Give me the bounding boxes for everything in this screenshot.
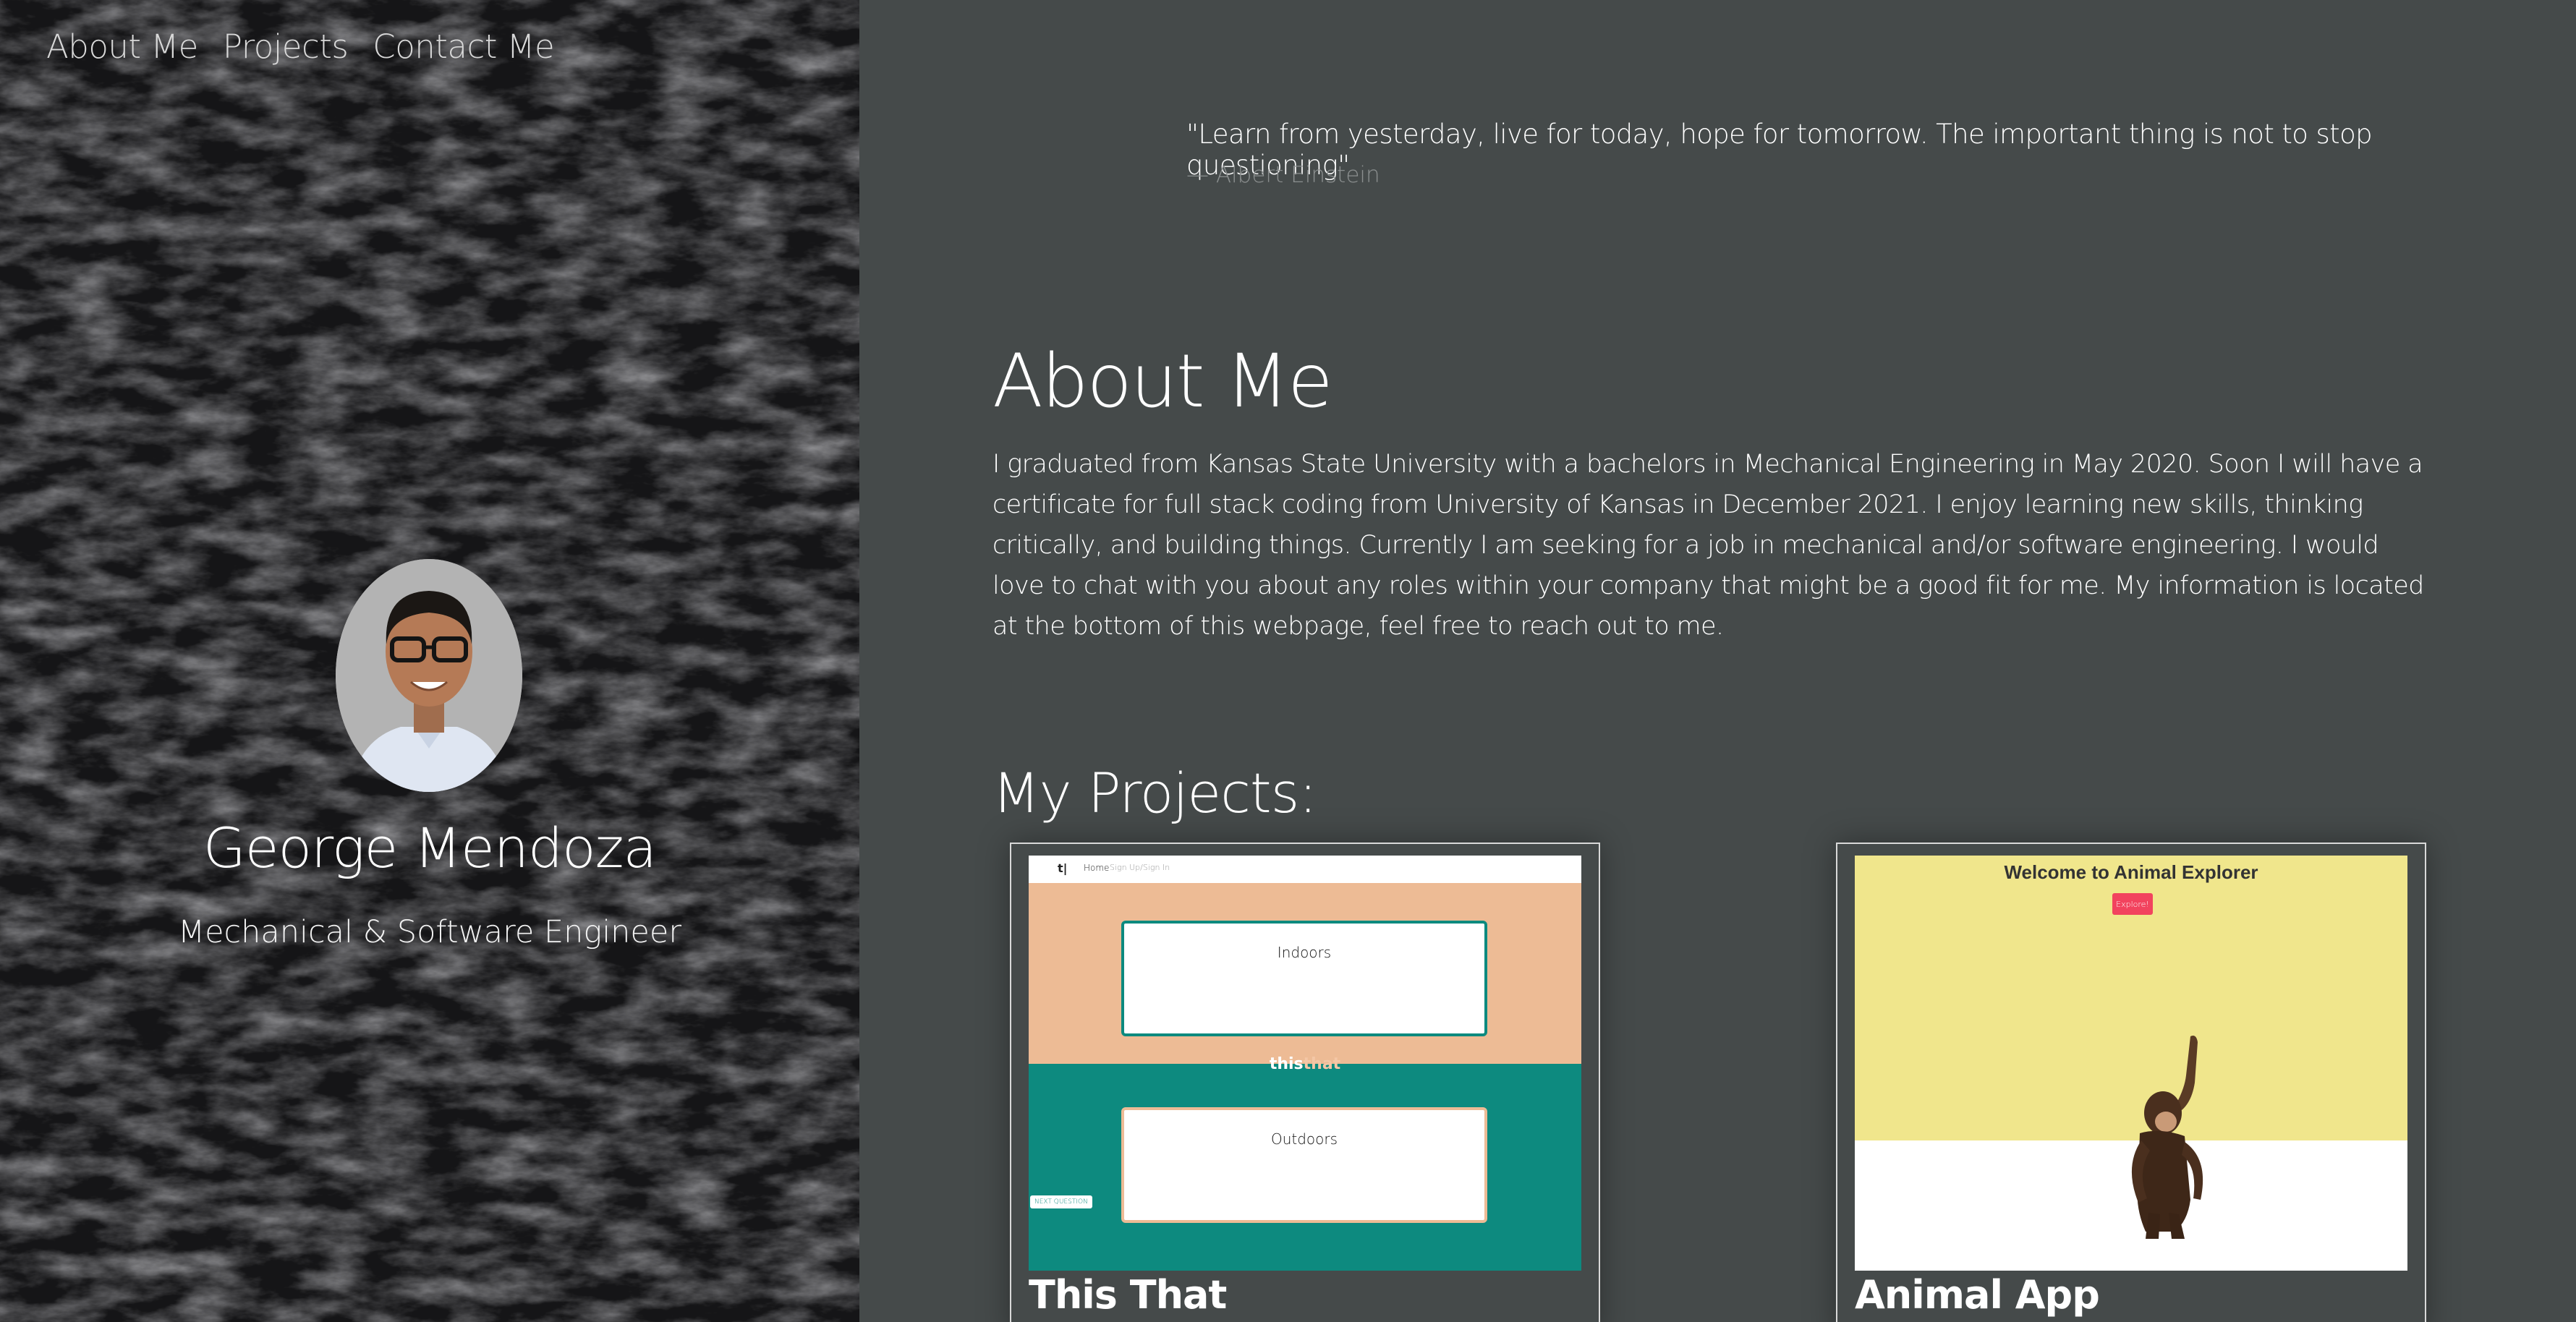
quote-text: "Learn from yesterday, live for today, h… [1186,119,2373,181]
project-screenshot-animal-app[interactable]: Welcome to Animal Explorer Explore! [1855,856,2407,1271]
avatar [336,559,522,792]
animal-app-explore-button: Explore! [2112,893,2153,915]
animal-app-heading: Welcome to Animal Explorer [2004,861,2258,883]
nav-projects[interactable]: Projects [223,27,349,66]
this-that-option-2-label: Outdoors [1270,1130,1338,1148]
project-card-this-that[interactable]: t| Home Sign Up/Sign In Indoors thisthat… [1010,843,1600,1322]
project-card-animal-app[interactable]: Welcome to Animal Explorer Explore! Anim… [1836,843,2426,1322]
nav-contact-me[interactable]: Contact Me [373,27,554,66]
hero-panel: About Me Projects Contact Me George Mend… [0,0,859,1322]
this-that-nav-home: Home [1084,863,1110,873]
about-body: I graduated from Kansas State University… [992,450,2424,641]
this-that-option-1-label: Indoors [1277,944,1332,961]
quote-author: — Albert Einstein [1186,162,1380,188]
profile-photo [336,559,522,792]
this-that-nav-signin: Sign Up/Sign In [1110,863,1170,872]
this-that-option-2: Outdoors [1121,1107,1487,1223]
main-nav: About Me Projects Contact Me [46,27,555,66]
this-that-next-button: NEXT QUESTION [1030,1195,1092,1208]
projects-title: My Projects: [992,761,1317,825]
project-title-animal-app[interactable]: Animal App [1855,1272,2100,1318]
project-screenshot-this-that[interactable]: t| Home Sign Up/Sign In Indoors thisthat… [1029,856,1581,1271]
profile-name: George Mendoza [203,816,657,880]
this-that-brand-this: this [1269,1055,1304,1073]
project-title-this-that[interactable]: This That [1029,1272,1227,1318]
about-title: About Me [992,338,1333,425]
this-that-option-1: Indoors [1121,921,1487,1036]
nav-about-me[interactable]: About Me [46,27,198,66]
this-that-navbar: t| Home Sign Up/Sign In [1029,856,1581,884]
this-that-brand: thisthat [1029,1055,1581,1073]
profile-role: Mechanical & Software Engineer [177,914,682,950]
this-that-brand-that: that [1303,1055,1341,1073]
this-that-logo: t| [1058,861,1068,875]
chimpanzee-illustration [2131,1036,2203,1239]
